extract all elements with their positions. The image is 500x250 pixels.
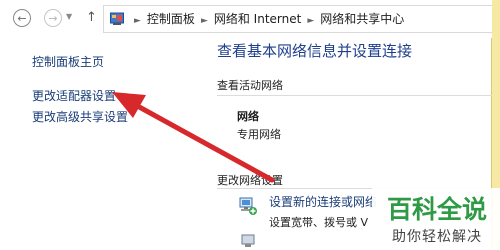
watermark-subtitle: 助你轻松解决 — [392, 229, 482, 245]
control-panel-icon — [110, 12, 124, 25]
change-settings-heading: 更改网络设置 — [217, 174, 283, 187]
back-arrow-icon[interactable]: ← — [13, 9, 31, 27]
control-panel-home-link[interactable]: 控制面板主页 — [32, 53, 104, 70]
navigation-bar: ← → ▼ ↑ ► 控制面板 ► 网络和 Internet ► 网络和共享中心 — [0, 0, 492, 38]
breadcrumb: ► 控制面板 ► 网络和 Internet ► 网络和共享中心 — [134, 12, 405, 26]
page-title: 查看基本网络信息并设置连接 — [217, 42, 413, 60]
breadcrumb-item[interactable]: 网络和 Internet — [214, 12, 301, 26]
address-bar[interactable]: ► 控制面板 ► 网络和 Internet ► 网络和共享中心 — [103, 5, 492, 33]
troubleshoot-icon — [241, 234, 255, 247]
watermark-logo: 百科全说 助你轻松解决 — [387, 195, 487, 245]
new-connection-icon — [239, 197, 257, 215]
setup-new-connection-description: 设置宽带、拨号或 V — [269, 216, 369, 229]
watermark: 百科全说 助你轻松解决 — [372, 188, 500, 250]
active-networks-heading: 查看活动网络 — [217, 79, 283, 92]
up-arrow-icon[interactable]: ↑ — [86, 10, 97, 25]
network-name: 网络 — [237, 110, 259, 123]
left-task-pane: 控制面板主页 更改适配器设置 更改高级共享设置 — [0, 38, 200, 250]
breadcrumb-item[interactable]: 网络和共享中心 — [320, 12, 404, 26]
change-adapter-settings-link[interactable]: 更改适配器设置 — [32, 87, 116, 104]
setup-new-connection-link[interactable]: 设置新的连接或网络 — [269, 193, 377, 210]
section-divider — [217, 95, 492, 96]
breadcrumb-item[interactable]: 控制面板 — [147, 12, 195, 26]
recent-pages-dropdown-icon[interactable]: ▼ — [66, 12, 72, 21]
forward-arrow-icon[interactable]: → — [44, 9, 62, 27]
network-type: 专用网络 — [237, 128, 281, 141]
change-advanced-sharing-link[interactable]: 更改高级共享设置 — [32, 108, 128, 125]
watermark-title: 百科全说 — [387, 195, 487, 224]
